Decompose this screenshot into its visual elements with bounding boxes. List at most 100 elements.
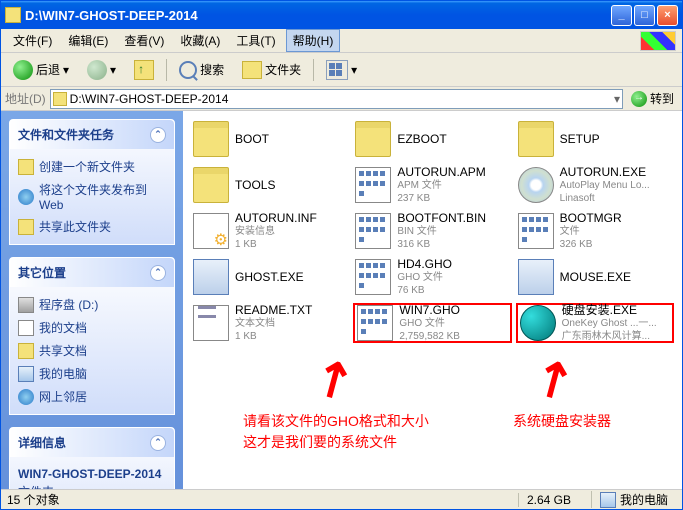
file-size: 316 KB bbox=[397, 239, 486, 252]
status-location: 我的电脑 bbox=[591, 491, 676, 508]
file-item-autorun-exe[interactable]: AUTORUN.EXEAutoPlay Menu Lo...Linasoft bbox=[516, 165, 674, 205]
file-type: GHO 文件 bbox=[397, 272, 452, 285]
file-type: 文件 bbox=[560, 226, 622, 239]
file-name: TOOLS bbox=[235, 178, 275, 193]
folders-button[interactable]: 文件夹 bbox=[236, 58, 307, 82]
details-name: WIN7-GHOST-DEEP-2014 bbox=[18, 465, 166, 483]
up-button[interactable] bbox=[128, 57, 160, 83]
statusbar: 15 个对象 2.64 GB 我的电脑 bbox=[1, 489, 682, 509]
minimize-button[interactable]: _ bbox=[611, 5, 632, 26]
file-name: BOOTFONT.BIN bbox=[397, 211, 486, 226]
file-name: AUTORUN.APM bbox=[397, 165, 485, 180]
file-item-win7-gho[interactable]: WIN7.GHOGHO 文件2,759,582 KB bbox=[353, 303, 511, 343]
details-header[interactable]: 详细信息⌃ bbox=[10, 428, 174, 457]
collapse-icon[interactable]: ⌃ bbox=[150, 127, 166, 143]
status-count: 15 个对象 bbox=[7, 491, 60, 508]
gho-icon bbox=[355, 167, 391, 203]
file-type: 文本文档 bbox=[235, 318, 312, 331]
status-size: 2.64 GB bbox=[518, 493, 579, 507]
address-input[interactable]: D:\WIN7-GHOST-DEEP-2014 ▾ bbox=[50, 89, 623, 109]
fld-icon bbox=[355, 121, 391, 157]
gho-icon bbox=[357, 305, 393, 341]
task-share[interactable]: 共享此文件夹 bbox=[14, 215, 170, 238]
place-network[interactable]: 网上邻居 bbox=[14, 385, 170, 408]
views-button[interactable]: ▾ bbox=[320, 57, 363, 83]
file-item-autorun-apm[interactable]: AUTORUN.APMAPM 文件237 KB bbox=[353, 165, 511, 205]
file-item-mouse-exe[interactable]: MOUSE.EXE bbox=[516, 257, 674, 297]
back-icon bbox=[13, 60, 33, 80]
shared-icon bbox=[18, 343, 34, 359]
go-button[interactable]: 转到 bbox=[627, 90, 678, 107]
dropdown-icon[interactable]: ▾ bbox=[614, 92, 620, 106]
file-item-bootmgr[interactable]: BOOTMGR文件326 KB bbox=[516, 211, 674, 251]
file-item-hd4-gho[interactable]: HD4.GHOGHO 文件76 KB bbox=[353, 257, 511, 297]
computer-icon bbox=[18, 366, 34, 382]
file-item-ghost-exe[interactable]: GHOST.EXE bbox=[191, 257, 349, 297]
file-type: BIN 文件 bbox=[397, 226, 486, 239]
place-shared-docs[interactable]: 共享文档 bbox=[14, 339, 170, 362]
share-icon bbox=[18, 219, 34, 235]
menu-file[interactable]: 文件(F) bbox=[7, 30, 58, 51]
place-drive-d[interactable]: 程序盘 (D:) bbox=[14, 293, 170, 316]
annotation-arrow-right: ↗ bbox=[522, 345, 585, 414]
file-name: BOOT bbox=[235, 132, 269, 147]
menu-edit[interactable]: 编辑(E) bbox=[62, 30, 114, 51]
file-tasks-header[interactable]: 文件和文件夹任务⌃ bbox=[10, 120, 174, 149]
maximize-button[interactable]: □ bbox=[634, 5, 655, 26]
file-item-boot[interactable]: BOOT bbox=[191, 119, 349, 159]
gho-icon bbox=[518, 213, 554, 249]
views-icon bbox=[326, 60, 348, 80]
window-title: D:\WIN7-GHOST-DEEP-2014 bbox=[25, 8, 611, 23]
file-item-readme-txt[interactable]: README.TXT文本文档1 KB bbox=[191, 303, 349, 343]
file-type: GHO 文件 bbox=[399, 318, 460, 331]
place-my-computer[interactable]: 我的电脑 bbox=[14, 362, 170, 385]
place-my-documents[interactable]: 我的文档 bbox=[14, 316, 170, 339]
file-item-ezboot[interactable]: EZBOOT bbox=[353, 119, 511, 159]
computer-icon bbox=[600, 492, 616, 508]
folder-icon bbox=[53, 92, 67, 106]
address-bar: 地址(D) D:\WIN7-GHOST-DEEP-2014 ▾ 转到 bbox=[1, 87, 682, 111]
file-item-autorun-inf[interactable]: AUTORUN.INF安装信息1 KB bbox=[191, 211, 349, 251]
menubar: 文件(F) 编辑(E) 查看(V) 收藏(A) 工具(T) 帮助(H) bbox=[1, 29, 682, 53]
exe-icon bbox=[518, 259, 554, 295]
menu-view[interactable]: 查看(V) bbox=[118, 30, 170, 51]
up-icon bbox=[134, 60, 154, 80]
file-name: AUTORUN.INF bbox=[235, 211, 317, 226]
details-group: 详细信息⌃ WIN7-GHOST-DEEP-2014 文件夹 修改日期: 201… bbox=[9, 427, 175, 489]
cfg-icon bbox=[193, 213, 229, 249]
file-item-setup[interactable]: SETUP bbox=[516, 119, 674, 159]
file-size: Linasoft bbox=[560, 193, 650, 206]
menu-tools[interactable]: 工具(T) bbox=[230, 30, 281, 51]
file-item--exe[interactable]: 硬盘安装.EXEOneKey Ghost ...一...广东雨林木风计算... bbox=[516, 303, 674, 343]
back-button[interactable]: 后退 ▾ bbox=[7, 57, 75, 83]
file-name: HD4.GHO bbox=[397, 257, 452, 272]
file-size: 76 KB bbox=[397, 285, 452, 298]
separator bbox=[313, 59, 314, 81]
tasks-sidebar: 文件和文件夹任务⌃ 创建一个新文件夹 将这个文件夹发布到 Web 共享此文件夹 … bbox=[1, 111, 183, 489]
task-publish-web[interactable]: 将这个文件夹发布到 Web bbox=[14, 178, 170, 215]
collapse-icon[interactable]: ⌃ bbox=[150, 435, 166, 451]
file-item-bootfont-bin[interactable]: BOOTFONT.BINBIN 文件316 KB bbox=[353, 211, 511, 251]
search-icon bbox=[179, 61, 197, 79]
file-name: WIN7.GHO bbox=[399, 303, 460, 318]
web-icon bbox=[18, 189, 34, 205]
other-places-header[interactable]: 其它位置⌃ bbox=[10, 258, 174, 287]
file-tasks-group: 文件和文件夹任务⌃ 创建一个新文件夹 将这个文件夹发布到 Web 共享此文件夹 bbox=[9, 119, 175, 245]
collapse-icon[interactable]: ⌃ bbox=[150, 265, 166, 281]
titlebar[interactable]: D:\WIN7-GHOST-DEEP-2014 _ □ × bbox=[1, 1, 682, 29]
menu-favorites[interactable]: 收藏(A) bbox=[174, 30, 226, 51]
file-size: 1 KB bbox=[235, 239, 317, 252]
cd-icon bbox=[518, 167, 554, 203]
file-type: AutoPlay Menu Lo... bbox=[560, 180, 650, 193]
file-item-tools[interactable]: TOOLS bbox=[191, 165, 349, 205]
menu-help[interactable]: 帮助(H) bbox=[286, 29, 341, 52]
search-button[interactable]: 搜索 bbox=[173, 58, 230, 82]
file-name: README.TXT bbox=[235, 303, 312, 318]
forward-button[interactable]: ▾ bbox=[81, 57, 122, 83]
forward-icon bbox=[87, 60, 107, 80]
file-name: MOUSE.EXE bbox=[560, 270, 631, 285]
close-button[interactable]: × bbox=[657, 5, 678, 26]
gho-icon bbox=[355, 213, 391, 249]
task-new-folder[interactable]: 创建一个新文件夹 bbox=[14, 155, 170, 178]
file-view[interactable]: BOOT EZBOOTSETUP TOOLS AUTORUN.APMAPM 文件237… bbox=[183, 111, 682, 489]
